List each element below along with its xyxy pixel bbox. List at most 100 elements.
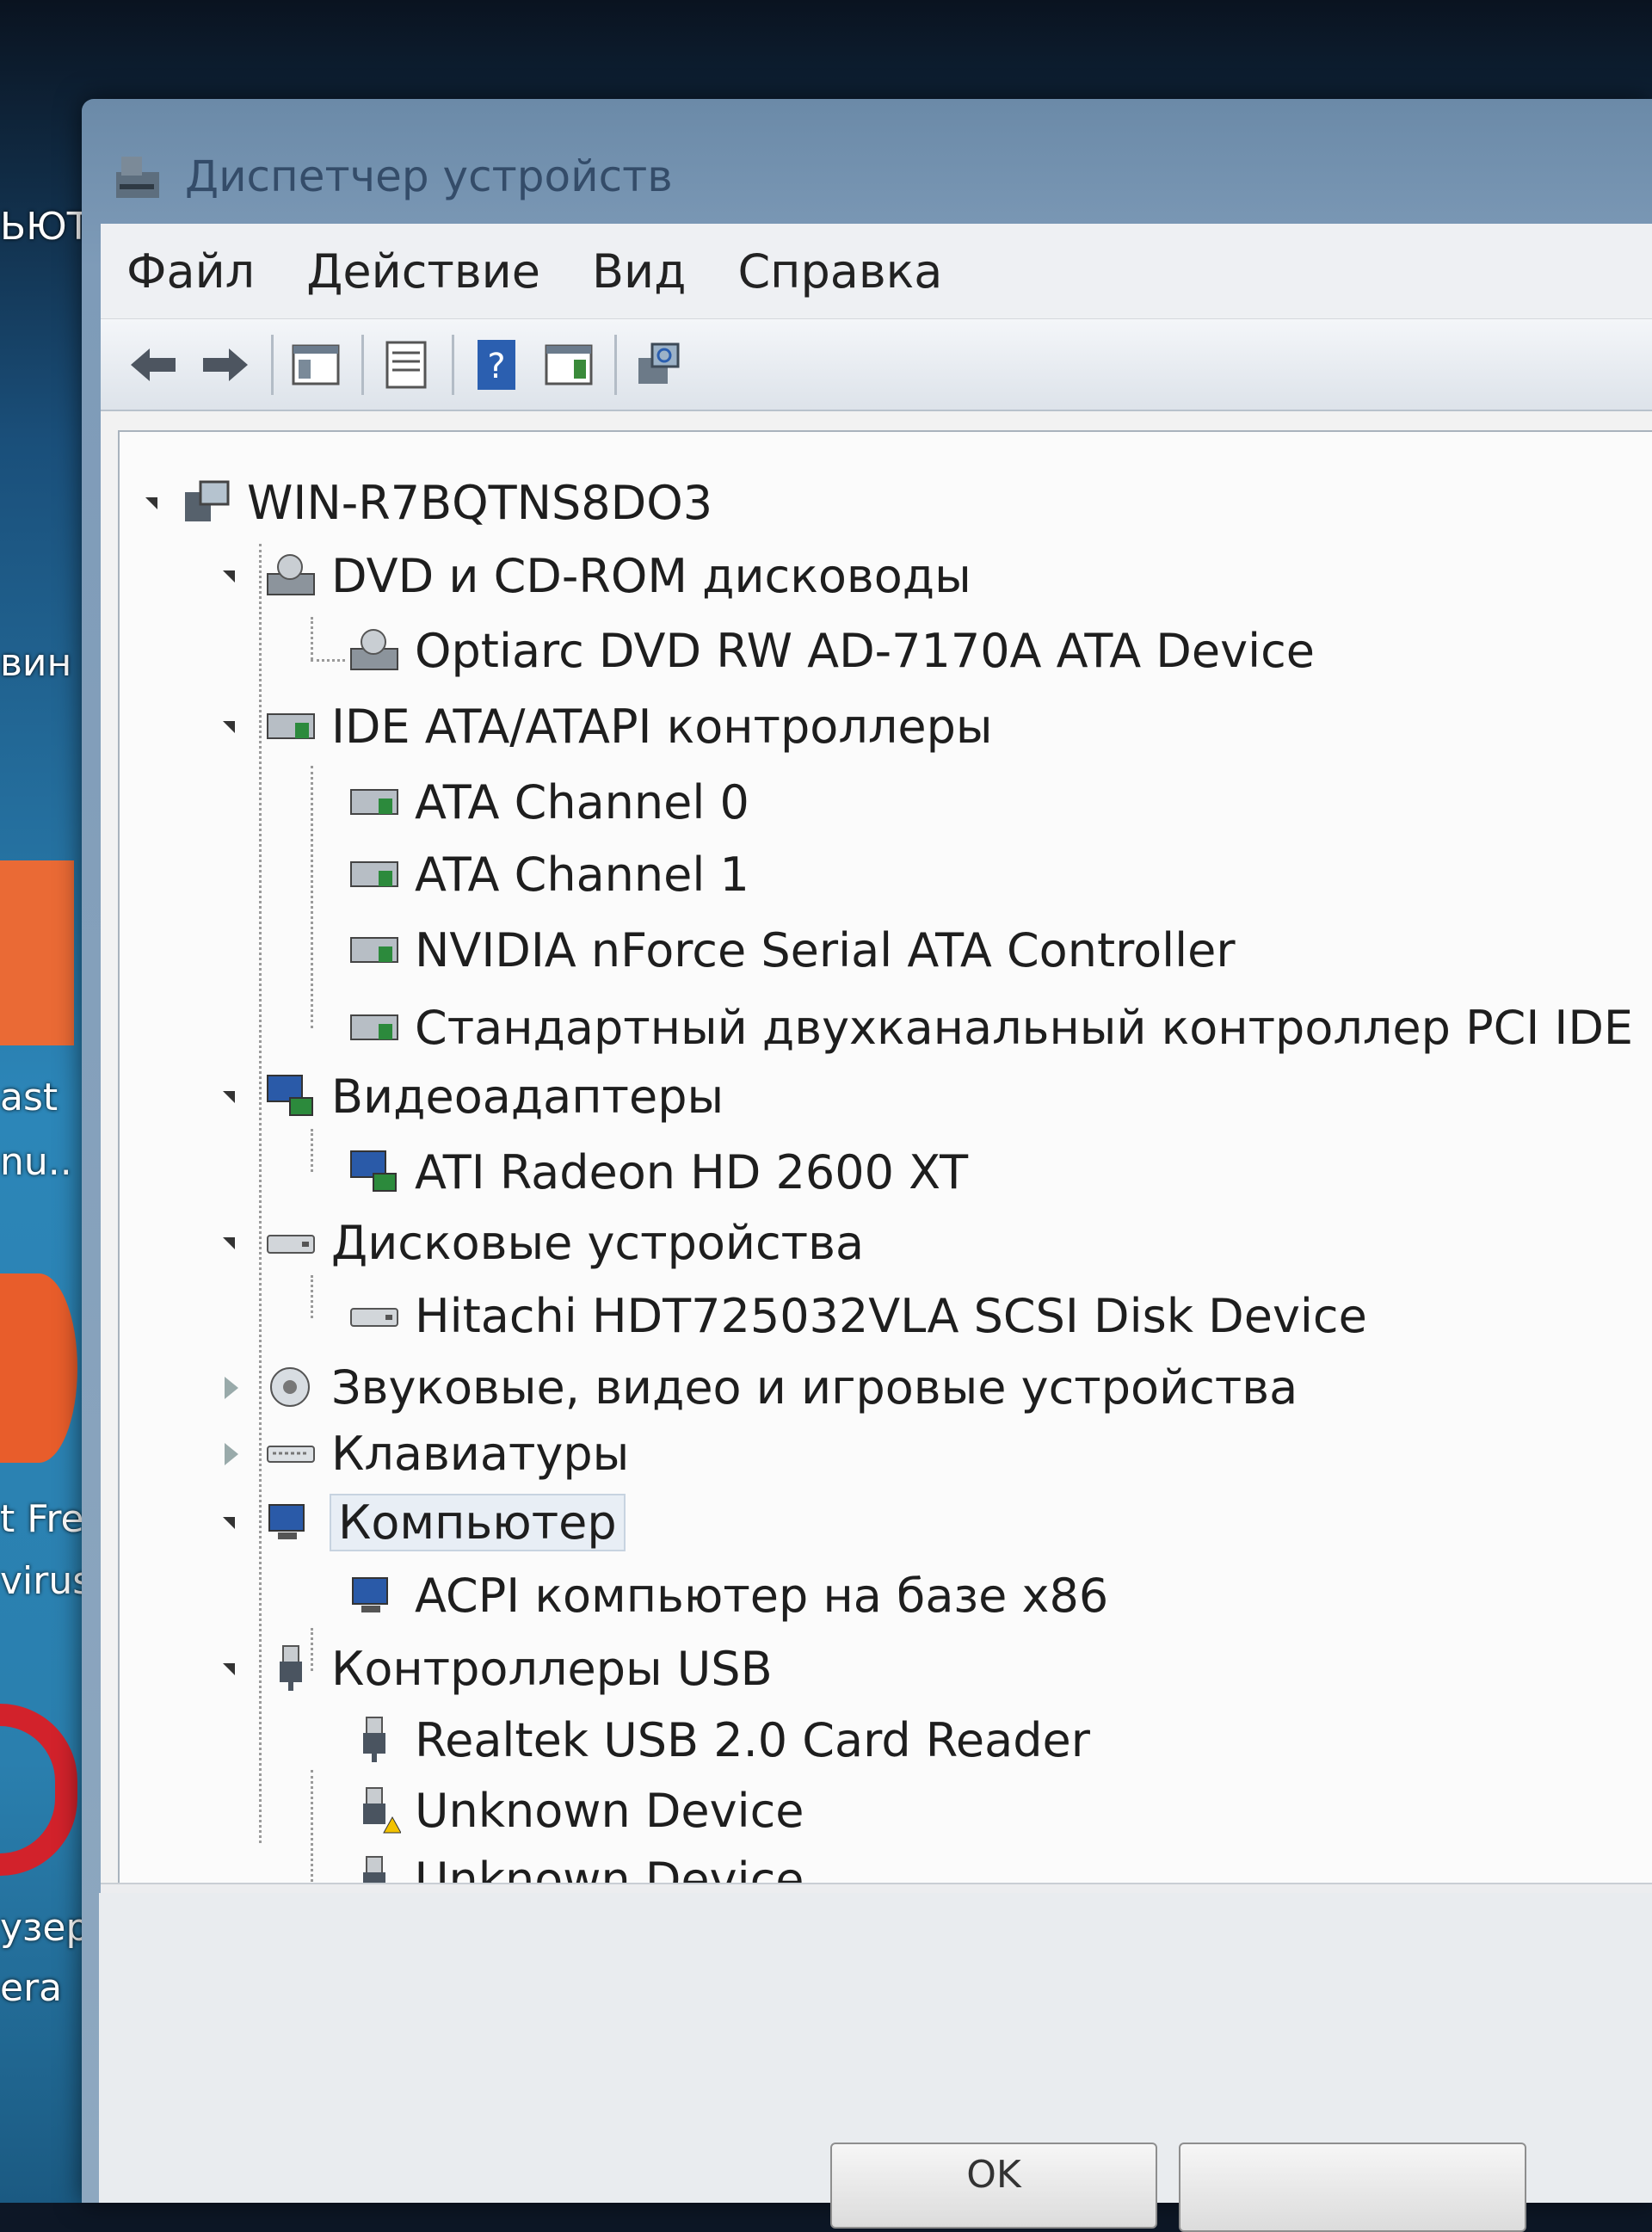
category-label: Видеоадаптеры xyxy=(331,1069,724,1124)
category-label: DVD и CD-ROM дисководы xyxy=(331,548,971,603)
collapse-icon[interactable] xyxy=(223,1517,235,1529)
toolbar: ? xyxy=(101,319,1652,411)
tree-device[interactable]: ATA Channel 0 xyxy=(348,766,749,838)
console-tree-icon xyxy=(292,344,340,385)
category-label: Контроллеры USB xyxy=(331,1641,773,1696)
collapse-icon[interactable] xyxy=(145,497,157,509)
device-label: Unknown Device xyxy=(415,1783,804,1838)
tree-guide-line xyxy=(311,1129,313,1172)
device-label: NVIDIA nForce Serial ATA Controller xyxy=(415,922,1236,977)
category-label: Дисковые устройства xyxy=(331,1215,865,1270)
desktop-label[interactable]: t Fre xyxy=(0,1497,84,1541)
title-bar[interactable]: Диспетчер устройств xyxy=(108,125,1652,228)
client-area: Файл Действие Вид Справка ? WIN-R7BQTNS8… xyxy=(101,224,1652,1962)
scan-hardware-button[interactable] xyxy=(632,338,686,392)
forward-button[interactable] xyxy=(199,338,252,392)
category-label: IDE ATA/ATAPI контроллеры xyxy=(331,699,993,754)
tree-category[interactable]: Видеоадаптеры xyxy=(223,1060,724,1132)
unknown-device-icon xyxy=(363,1787,401,1834)
back-button[interactable] xyxy=(126,338,180,392)
collapse-icon[interactable] xyxy=(223,1237,235,1249)
desktop-opera-icon[interactable] xyxy=(0,1704,77,1876)
device-manager-icon xyxy=(116,157,159,198)
ide-controller-icon xyxy=(350,789,398,815)
collapse-icon[interactable] xyxy=(223,1091,235,1103)
desktop-avast-icon[interactable] xyxy=(0,1273,77,1463)
tree-device[interactable]: Стандартный двухканальный контроллер PCI… xyxy=(348,991,1633,1064)
ok-button[interactable]: OK xyxy=(830,2143,1157,2229)
desktop-label[interactable]: ast xyxy=(0,1076,58,1119)
device-label: Optiarc DVD RW AD-7170A ATA Device xyxy=(415,623,1315,678)
toolbar-separator xyxy=(614,334,617,395)
svg-text:?: ? xyxy=(487,347,505,386)
help-button[interactable]: ? xyxy=(470,338,523,392)
tree-guide-line xyxy=(311,1275,313,1318)
desktop-label[interactable]: узер xyxy=(0,1906,89,1950)
device-label: Стандартный двухканальный контроллер PCI… xyxy=(415,1000,1634,1055)
desktop-label[interactable]: вин xyxy=(0,641,71,685)
desktop-label[interactable]: era xyxy=(0,1966,62,2010)
dvd-drive-icon xyxy=(267,554,315,595)
tree-guide-line xyxy=(311,1770,313,1882)
keyboard-icon xyxy=(267,1446,315,1463)
tree-category[interactable]: Звуковые, видео и игровые устройства xyxy=(223,1351,1298,1423)
desktop-label[interactable]: nu.. xyxy=(0,1140,72,1184)
tree-guide-line xyxy=(311,659,345,662)
menu-help[interactable]: Справка xyxy=(737,244,942,299)
menu-action[interactable]: Действие xyxy=(306,244,540,299)
menu-view[interactable]: Вид xyxy=(592,244,686,299)
collapse-icon[interactable] xyxy=(223,1663,235,1675)
toolbar-separator xyxy=(452,334,454,395)
action-pane-icon xyxy=(545,344,593,385)
usb-icon xyxy=(280,1645,302,1691)
tree-category[interactable]: IDE ATA/ATAPI контроллеры xyxy=(223,690,993,762)
device-manager-window: Диспетчер устройств Файл Действие Вид Сп… xyxy=(82,99,1652,2203)
device-label: ATA Channel 0 xyxy=(415,774,749,829)
scan-hardware-icon xyxy=(638,342,680,384)
device-tree[interactable]: WIN-R7BQTNS8DO3 DVD и CD-ROM дисководы O… xyxy=(118,430,1652,1907)
tree-guide-line xyxy=(311,766,313,1028)
properties-icon xyxy=(385,341,427,388)
tree-category[interactable]: Дисковые устройства xyxy=(223,1206,864,1279)
tree-device[interactable]: NVIDIA nForce Serial ATA Controller xyxy=(348,914,1236,986)
forward-icon xyxy=(203,348,248,381)
computer-icon xyxy=(268,1504,305,1539)
expand-icon[interactable] xyxy=(225,1377,238,1399)
expand-icon[interactable] xyxy=(225,1443,238,1465)
device-label: Realtek USB 2.0 Card Reader xyxy=(415,1712,1090,1767)
desktop-app-tile[interactable] xyxy=(0,860,74,1045)
tree-device[interactable]: Unknown Device xyxy=(348,1774,804,1847)
tree-category[interactable]: Контроллеры USB xyxy=(223,1632,773,1705)
tree-root-node[interactable]: WIN-R7BQTNS8DO3 xyxy=(145,466,712,539)
collapse-icon[interactable] xyxy=(223,570,235,583)
menu-file[interactable]: Файл xyxy=(126,244,255,299)
speaker-icon xyxy=(270,1367,310,1407)
tree-device[interactable]: Optiarc DVD RW AD-7170A ATA Device xyxy=(348,614,1315,687)
dialog-button[interactable] xyxy=(1179,2143,1526,2232)
tree-category[interactable]: Компьютер xyxy=(223,1486,626,1558)
tree-device[interactable]: ACPI компьютер на базе x86 xyxy=(348,1559,1108,1631)
tree-guide-line xyxy=(311,617,313,660)
usb-icon xyxy=(363,1717,385,1762)
tree-device[interactable]: Realtek USB 2.0 Card Reader xyxy=(348,1704,1090,1776)
device-label: Hitachi HDT725032VLA SCSI Disk Device xyxy=(415,1288,1367,1343)
computer-icon xyxy=(352,1577,388,1612)
ide-controller-icon xyxy=(267,713,315,739)
console-tree-button[interactable] xyxy=(289,338,342,392)
computer-icon xyxy=(185,480,230,521)
tree-device[interactable]: ATA Channel 1 xyxy=(348,838,749,910)
desktop-label[interactable]: ЬЮТ xyxy=(0,205,90,249)
category-label: Компьютер xyxy=(330,1493,626,1551)
category-label: Звуковые, видео и игровые устройства xyxy=(331,1360,1298,1415)
tree-device[interactable]: ATI Radeon HD 2600 XT xyxy=(348,1136,968,1208)
disk-drive-icon xyxy=(267,1235,315,1254)
tree-category[interactable]: Клавиатуры xyxy=(223,1417,629,1489)
tree-category[interactable]: DVD и CD-ROM дисководы xyxy=(223,540,971,612)
collapse-icon[interactable] xyxy=(223,721,235,733)
tree-device[interactable]: Hitachi HDT725032VLA SCSI Disk Device xyxy=(348,1279,1367,1352)
desktop-label[interactable]: virus xyxy=(0,1559,92,1603)
action-pane-button[interactable] xyxy=(542,338,595,392)
toolbar-separator xyxy=(271,334,274,395)
help-icon: ? xyxy=(478,339,515,390)
properties-button[interactable] xyxy=(379,338,433,392)
